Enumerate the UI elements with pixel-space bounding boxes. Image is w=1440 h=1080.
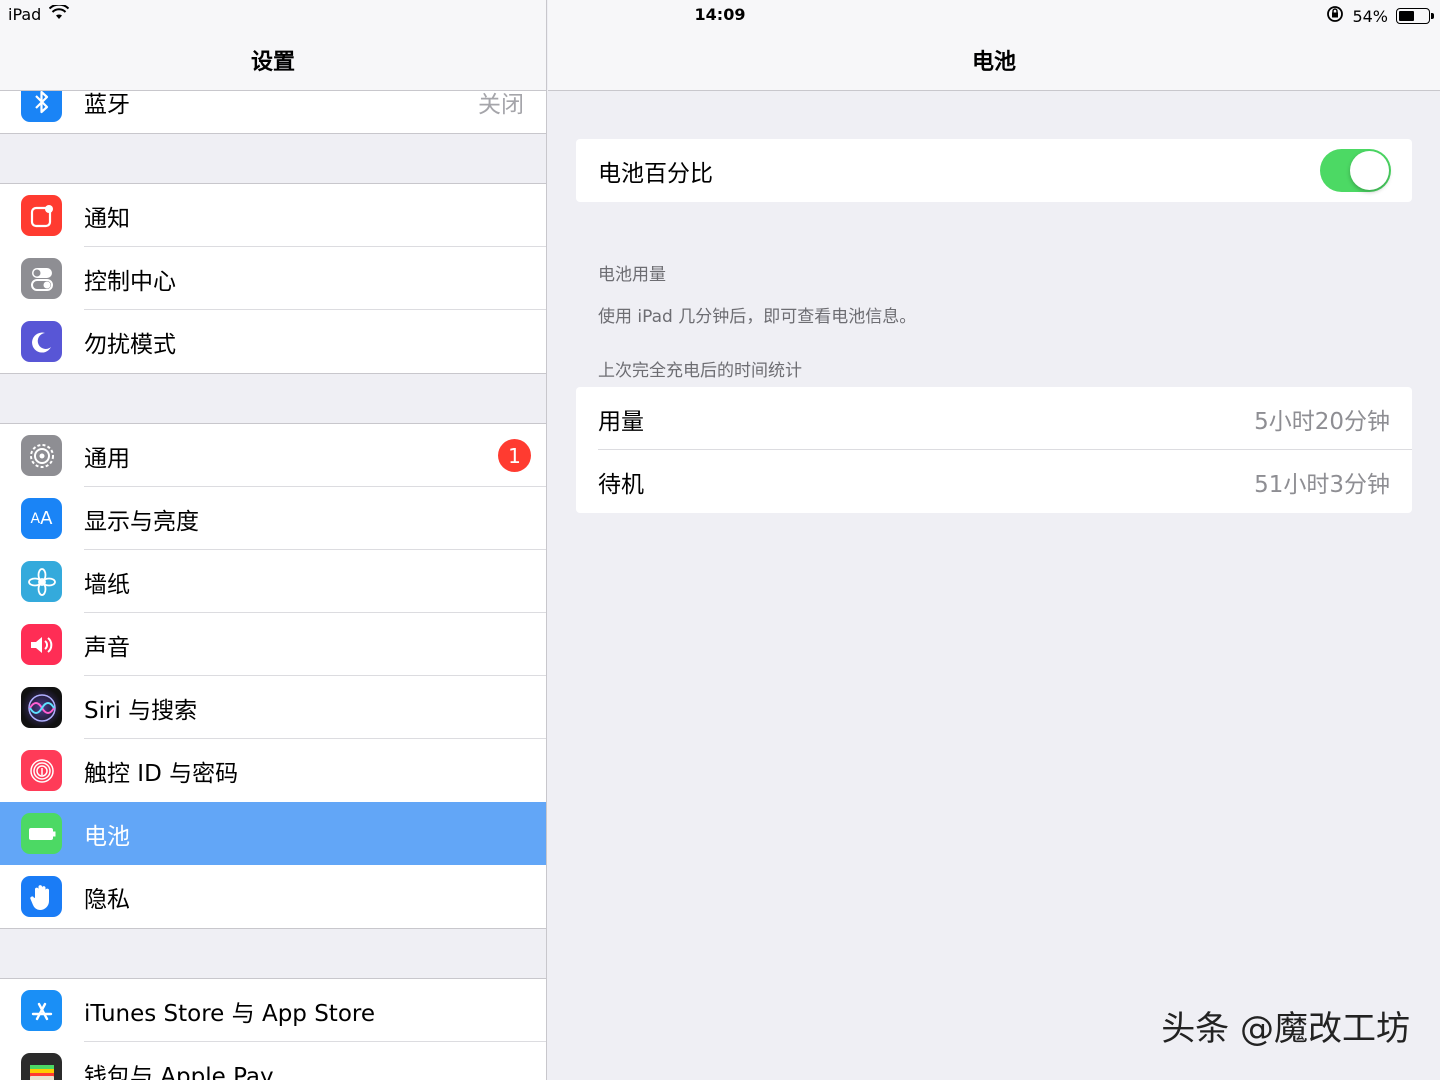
- sidebar-item-app-store[interactable]: iTunes Store 与 App Store: [0, 979, 546, 1042]
- battery-percentage-label: 电池百分比: [598, 160, 713, 187]
- usage-section-header: 电池用量: [598, 265, 666, 285]
- stats-card: 用量 5小时20分钟 待机 51小时3分钟: [576, 387, 1412, 513]
- stats-row-standby: 待机 51小时3分钟: [576, 450, 1412, 513]
- privacy-hand-icon: [21, 876, 62, 917]
- siri-icon: [21, 687, 62, 728]
- sidebar-item-notifications[interactable]: 通知: [0, 184, 546, 247]
- stats-label: 待机: [598, 471, 644, 498]
- sidebar-item-label: Siri 与搜索: [84, 697, 198, 724]
- settings-sidebar[interactable]: 设置 蓝牙 关闭 通知 控制中心 勿扰模式 通用 1 A A 显示与亮度 墙纸 …: [0, 0, 547, 1080]
- sidebar-item-label: 钱包与 Apple Pay: [84, 1063, 274, 1080]
- sound-icon: [21, 624, 62, 665]
- battery-fill: [1399, 11, 1415, 21]
- battery-percentage-toggle[interactable]: [1320, 149, 1391, 192]
- stats-label: 用量: [598, 408, 644, 435]
- sidebar-item-touch-id[interactable]: 触控 ID 与密码: [0, 739, 546, 802]
- sidebar-item-wallet[interactable]: 钱包与 Apple Pay: [0, 1042, 546, 1080]
- group-stores: iTunes Store 与 App Store 钱包与 Apple Pay: [0, 978, 546, 1080]
- sidebar-item-display[interactable]: AA 显示与亮度: [0, 487, 546, 550]
- sidebar-item-label: 电池: [84, 823, 130, 850]
- group-notifications: 通知 控制中心 勿扰模式: [0, 183, 546, 374]
- group-general: 通用 1 AA 显示与亮度 墙纸 声音 Siri 与搜索 触控 ID 与密码 电…: [0, 423, 546, 929]
- stats-value: 5小时20分钟: [1254, 408, 1390, 435]
- sidebar-item-wallpaper[interactable]: 墙纸: [0, 550, 546, 613]
- stats-value: 51小时3分钟: [1254, 471, 1390, 498]
- battery-icon: [21, 813, 62, 854]
- watermark: 头条 @魔改工坊: [1161, 1009, 1410, 1049]
- orientation-lock-icon: [1326, 5, 1344, 27]
- sidebar-item-sounds[interactable]: 声音: [0, 613, 546, 676]
- battery-percent: 54%: [1352, 6, 1388, 26]
- sidebar-item-label: 显示与亮度: [84, 508, 199, 535]
- sidebar-item-label: 通用: [84, 445, 130, 472]
- sidebar-item-battery[interactable]: 电池: [0, 802, 546, 865]
- sidebar-item-general[interactable]: 通用 1: [0, 424, 546, 487]
- gear-icon: [21, 435, 62, 476]
- sidebar-item-control-center[interactable]: 控制中心: [0, 247, 546, 310]
- update-badge: 1: [498, 439, 531, 472]
- sidebar-item-label: 墙纸: [84, 571, 130, 598]
- sidebar-item-label: 触控 ID 与密码: [84, 760, 239, 787]
- battery-detail-pane: 电池 电池百分比 电池用量 使用 iPad 几分钟后，即可查看电池信息。 上次完…: [548, 0, 1440, 1080]
- sidebar-item-privacy[interactable]: 隐私: [0, 865, 546, 928]
- moon-icon: [21, 321, 62, 362]
- stats-row-usage: 用量 5小时20分钟: [576, 387, 1412, 450]
- sidebar-item-siri[interactable]: Siri 与搜索: [0, 676, 546, 739]
- status-right: 54%: [1326, 5, 1434, 27]
- wallet-icon: [21, 1053, 62, 1080]
- control-center-icon: [21, 258, 62, 299]
- status-time: 14:09: [694, 5, 746, 24]
- display-icon: AA: [21, 498, 62, 539]
- battery-status-icon: [1396, 8, 1434, 24]
- wallpaper-icon: [21, 561, 62, 602]
- stats-section-header: 上次完全充电后的时间统计: [598, 361, 802, 381]
- notification-icon: [21, 195, 62, 236]
- app-store-icon: [21, 990, 62, 1031]
- settings-list[interactable]: 蓝牙 关闭 通知 控制中心 勿扰模式 通用 1 A A 显示与亮度 墙纸 声音 …: [0, 70, 546, 1080]
- battery-percentage-card: 电池百分比: [576, 139, 1412, 202]
- sidebar-item-label: 勿扰模式: [84, 331, 176, 358]
- usage-note: 使用 iPad 几分钟后，即可查看电池信息。: [598, 307, 917, 327]
- toggle-knob: [1350, 151, 1389, 190]
- sidebar-item-label: 隐私: [84, 886, 130, 913]
- sidebar-item-label: 控制中心: [84, 268, 176, 295]
- sidebar-title: 设置: [250, 50, 295, 75]
- sidebar-item-label: 声音: [84, 634, 130, 661]
- sidebar-item-label: iTunes Store 与 App Store: [84, 1000, 375, 1027]
- page-title: 电池: [971, 50, 1016, 75]
- sidebar-item-label: 通知: [84, 205, 130, 232]
- battery-percentage-row: 电池百分比: [576, 139, 1412, 202]
- status-bar: iPad 14:09 54%: [0, 0, 1440, 30]
- fingerprint-icon: [21, 750, 62, 791]
- sidebar-item-do-not-disturb[interactable]: 勿扰模式: [0, 310, 546, 373]
